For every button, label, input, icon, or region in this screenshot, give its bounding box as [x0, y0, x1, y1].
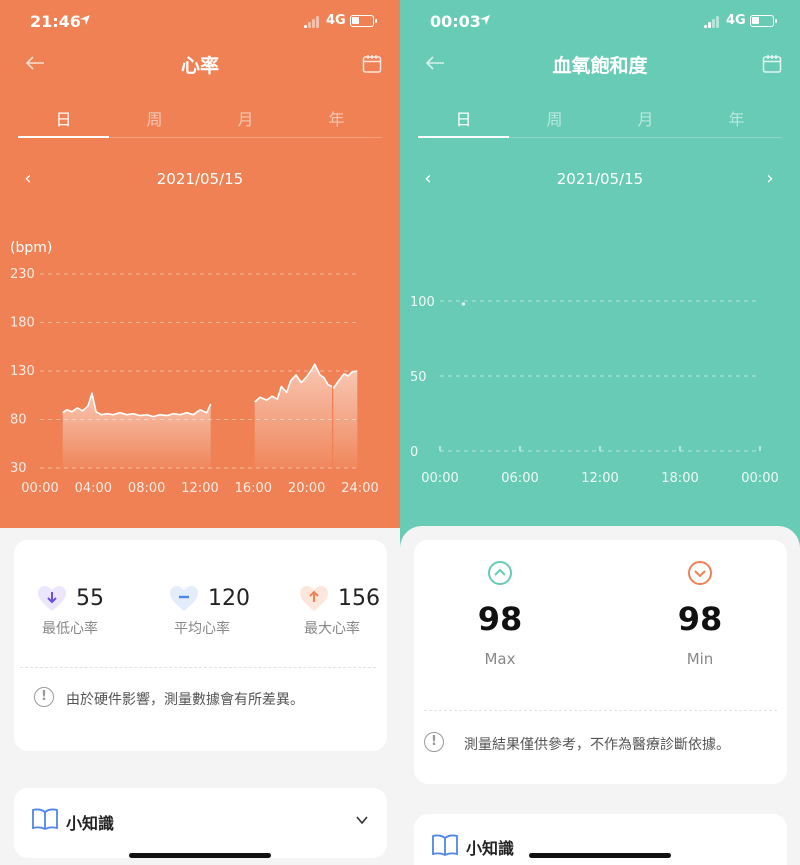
- heart-minus-icon: [170, 586, 198, 611]
- y-tick-label: 30: [10, 461, 27, 476]
- x-tick-label: 00:00: [741, 471, 778, 486]
- max-heart-rate-value: 156: [338, 586, 380, 611]
- chevron-down-icon[interactable]: [355, 813, 369, 827]
- heart-arrow-up-icon: [300, 586, 328, 611]
- network-type: 4G: [726, 13, 746, 28]
- divider: [424, 710, 777, 711]
- location-arrow-icon: [480, 15, 490, 25]
- heart-rate-summary-card: 55 最低心率 120 平均心率 156 最大心率 ! 由於硬件影響，測量數據會…: [14, 540, 387, 751]
- heart-rate-header-area: 21:46 4G 心率 日 周 月 年 ‹ 2021/05/15 (bpm) 23…: [0, 0, 400, 528]
- page-title: 血氧飽和度: [552, 55, 648, 77]
- heart-rate-chart: (bpm) 230 180 130 80 30 00:00 04:00 08:00 12:00 16…: [10, 240, 379, 496]
- status-time: 00:03: [430, 12, 481, 31]
- heart-rate-area: [62, 393, 211, 468]
- tips-card[interactable]: 小知識: [14, 788, 387, 858]
- max-label: Max: [484, 650, 516, 668]
- y-axis-unit-label: (bpm): [10, 240, 52, 256]
- y-tick-label: 130: [10, 364, 35, 379]
- tab-day[interactable]: 日: [418, 108, 509, 138]
- date-selector: ‹ 2021/05/15 ›: [400, 168, 800, 192]
- battery-icon: [750, 15, 777, 27]
- x-tick-label: 20:00: [288, 481, 325, 496]
- heart-rate-screen: 21:46 4G 心率 日 周 月 年 ‹ 2021/05/15 (bpm) 23…: [0, 0, 400, 865]
- book-icon: [32, 808, 58, 830]
- home-indicator: [129, 853, 271, 858]
- tab-week[interactable]: 周: [509, 108, 600, 138]
- heart-rate-area: [254, 364, 332, 468]
- min-heart-rate-label: 最低心率: [42, 621, 98, 637]
- status-time: 21:46: [30, 12, 81, 31]
- battery-icon: [350, 15, 377, 27]
- status-bar: 00:03 4G: [400, 12, 800, 34]
- x-tick-label: 00:00: [21, 481, 58, 496]
- location-arrow-icon: [80, 15, 90, 25]
- blood-oxygen-header-area: 00:03 4G 血氧飽和度 日 周 月 年 ‹ 2021/05/15 › 10…: [400, 0, 800, 560]
- tab-month[interactable]: 月: [200, 108, 291, 138]
- tab-year[interactable]: 年: [691, 108, 782, 138]
- x-tick-label: 06:00: [501, 471, 538, 486]
- x-tick-label: 12:00: [181, 481, 218, 496]
- current-date: 2021/05/15: [556, 170, 644, 188]
- x-tick-label: 18:00: [661, 471, 698, 486]
- divider: [20, 667, 376, 668]
- blood-oxygen-chart: 10050000:00 06:00 12:00 18:00 00:00: [410, 295, 779, 486]
- network-type: 4G: [326, 13, 346, 28]
- calendar-icon[interactable]: [762, 54, 782, 74]
- min-heart-rate-value: 55: [76, 586, 104, 611]
- tips-label: 小知識: [66, 814, 115, 833]
- avg-heart-rate-label: 平均心率: [174, 621, 230, 637]
- y-tick-label: 0: [410, 445, 418, 460]
- status-bar: 21:46 4G: [0, 12, 400, 34]
- nav-bar: 心率: [0, 44, 400, 84]
- heart-rate-area: [333, 371, 358, 468]
- max-value: 98: [477, 600, 523, 638]
- x-tick-label: 16:00: [235, 481, 272, 496]
- tab-year[interactable]: 年: [291, 108, 382, 138]
- measurement-notice: 由於硬件影響，測量數據會有所差異。: [66, 692, 304, 708]
- min-label: Min: [686, 650, 714, 668]
- info-icon: !: [34, 687, 54, 707]
- max-heart-rate-label: 最大心率: [304, 621, 360, 637]
- y-tick-label: 80: [10, 413, 27, 428]
- y-tick-label: 230: [10, 267, 35, 282]
- signal-icon: [304, 16, 322, 28]
- min-value: 98: [677, 600, 723, 638]
- tips-label: 小知識: [466, 839, 515, 858]
- calendar-icon[interactable]: [362, 54, 382, 74]
- blood-oxygen-summary-card: 98 Max 98 Min ! 測量結果僅供參考，不作為醫療診斷依據。: [414, 540, 787, 784]
- x-tick-label: 08:00: [128, 481, 165, 496]
- y-tick-label: 50: [410, 370, 427, 385]
- chevron-down-circle-icon: [688, 561, 712, 585]
- home-indicator: [529, 853, 671, 858]
- period-tabs: 日 周 月 年: [18, 108, 382, 138]
- x-tick-label: 00:00: [421, 471, 458, 486]
- chevron-up-circle-icon: [488, 561, 512, 585]
- y-tick-label: 180: [10, 316, 35, 331]
- tab-week[interactable]: 周: [109, 108, 200, 138]
- x-tick-label: 12:00: [581, 471, 618, 486]
- x-tick-label: 24:00: [341, 481, 378, 496]
- tab-day[interactable]: 日: [18, 108, 109, 138]
- current-date: 2021/05/15: [156, 170, 244, 188]
- tab-month[interactable]: 月: [600, 108, 691, 138]
- measurement-notice: 測量結果僅供參考，不作為醫療診斷依據。: [464, 737, 730, 753]
- heart-arrow-down-icon: [38, 586, 66, 611]
- spo2-data-point: [461, 302, 465, 306]
- book-icon: [432, 834, 458, 856]
- y-tick-label: 100: [410, 295, 435, 310]
- page-title: 心率: [180, 55, 219, 77]
- x-tick-label: 04:00: [75, 481, 112, 496]
- next-date-button[interactable]: ›: [758, 168, 782, 189]
- info-icon: !: [424, 732, 444, 752]
- avg-heart-rate-value: 120: [208, 586, 250, 611]
- nav-bar: 血氧飽和度: [400, 44, 800, 84]
- signal-icon: [704, 16, 722, 28]
- date-selector: ‹ 2021/05/15: [0, 168, 400, 192]
- period-tabs: 日 周 月 年: [418, 108, 782, 138]
- blood-oxygen-screen: 00:03 4G 血氧飽和度 日 周 月 年 ‹ 2021/05/15 › 10…: [400, 0, 800, 865]
